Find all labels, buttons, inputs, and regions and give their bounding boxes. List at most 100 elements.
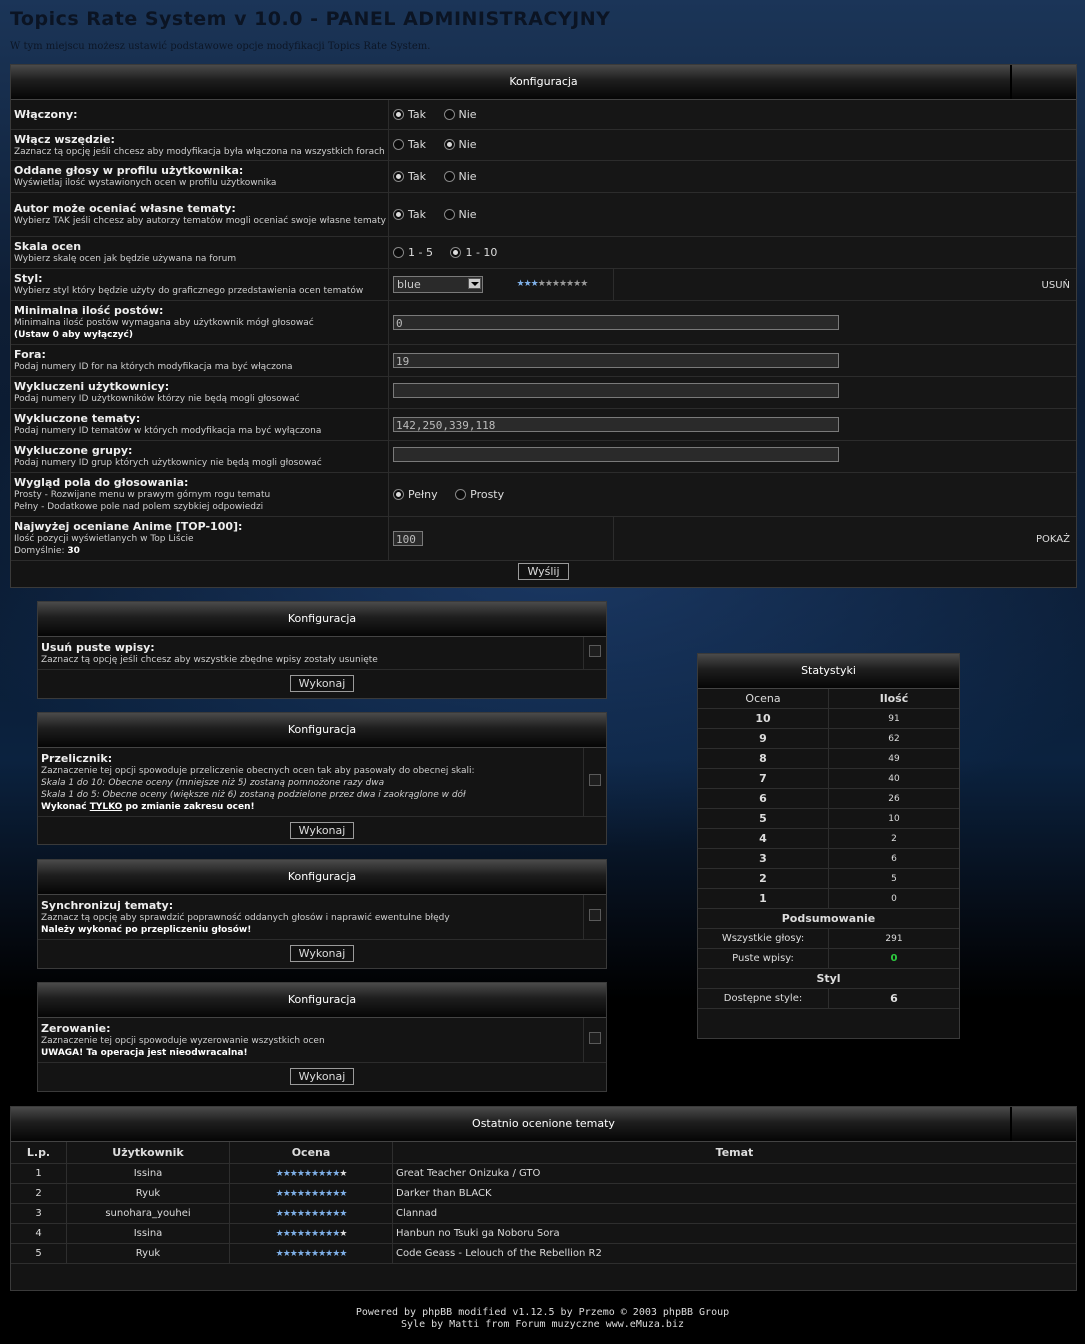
clean-title: Konfiguracja: [287, 612, 357, 625]
topic-link[interactable]: Code Geass - Lelouch of the Rebellion R2: [392, 1243, 1076, 1264]
star-filled-icon: ★: [275, 1209, 284, 1219]
sync-title: Konfiguracja: [287, 870, 357, 883]
row-top100: Najwyżej oceniane Anime [TOP-100]: Ilość…: [11, 516, 1076, 561]
star-empty-icon: ★: [339, 1229, 347, 1239]
rating-stars: ★★★★★★★★★★: [276, 1229, 348, 1239]
star-icon: ★: [580, 279, 588, 289]
topic-link[interactable]: Great Teacher Onizuka / GTO: [392, 1163, 1076, 1184]
row-scale: Skala ocen Wybierz skalę ocen jak będzie …: [11, 236, 1076, 269]
footer-line-1: Powered by phpBB modified v1.12.5 by Prz…: [355, 1307, 730, 1318]
star-filled-icon: ★: [296, 1189, 305, 1199]
star-empty-icon: ★: [339, 1169, 347, 1179]
stats-row: 6 26: [698, 788, 959, 809]
top100-show-link[interactable]: POKAŻ: [1036, 534, 1070, 545]
min-posts-label: Minimalna ilość postów:: [14, 304, 164, 317]
scale-1-5-radio[interactable]: [393, 246, 404, 258]
vote-look-simple-radio[interactable]: [455, 488, 467, 500]
row-enable-all: Włącz wszędzie: Zaznacz tą opcję jeśli ch…: [11, 129, 1076, 161]
clean-execute-button[interactable]: Wykonaj: [289, 674, 355, 692]
rating-stars: ★★★★★★★★★★: [276, 1249, 348, 1259]
topic-link[interactable]: Clannad: [392, 1203, 1076, 1224]
user-link[interactable]: Ryuk: [66, 1183, 230, 1204]
submit-button[interactable]: Wyślij: [518, 562, 569, 580]
star-filled-icon: ★: [296, 1229, 305, 1239]
style-select[interactable]: blue: [393, 275, 483, 293]
user-link[interactable]: Issina: [66, 1163, 230, 1184]
enabled-label: Włączony:: [14, 108, 78, 122]
star-filled-icon: ★: [296, 1169, 305, 1179]
row-enabled: Włączony: Tak Nie: [11, 100, 1076, 130]
style-delete-link[interactable]: USUŃ: [1042, 280, 1070, 291]
rating-stars: ★★★★★★★★★★: [276, 1169, 348, 1179]
rating-stars: ★★★★★★★★★★: [276, 1189, 348, 1199]
row-style: Styl: Wybierz styl który będzie użyty do …: [11, 268, 1076, 301]
config-title: Konfiguracja: [509, 75, 578, 88]
enable-all-no-radio[interactable]: [443, 139, 455, 151]
author-rate-yes-radio[interactable]: [393, 208, 404, 220]
stats-row: 7 40: [698, 768, 959, 789]
convert-title: Konfiguracja: [287, 723, 357, 736]
excluded-topics-label: Wykluczone tematy:: [14, 412, 141, 425]
vote-look-full-radio[interactable]: [393, 488, 404, 500]
excluded-users-label: Wykluczeni użytkownicy:: [14, 380, 170, 393]
sync-execute-button[interactable]: Wykonaj: [289, 944, 355, 962]
stats-empty-count: 0: [828, 948, 959, 969]
enabled-yes-radio[interactable]: [393, 109, 404, 120]
enable-all-label: Włącz wszędzie:: [14, 132, 115, 146]
star-icon: ★: [530, 279, 539, 289]
recent-title: Ostatnio ocenione tematy: [472, 1117, 615, 1130]
star-icon: ★: [537, 279, 546, 289]
profile-votes-yes-radio[interactable]: [393, 170, 404, 182]
style-label: Styl:: [14, 272, 43, 285]
table-row: 2 Ryuk ★★★★★★★★★★ Darker than BLACK: [11, 1183, 1076, 1204]
topic-link[interactable]: Darker than BLACK: [392, 1183, 1076, 1204]
stats-style-title: Styl: [698, 968, 959, 989]
profile-votes-label: Oddane głosy w profilu użytkownika:: [14, 164, 244, 177]
sync-checkbox[interactable]: [589, 909, 601, 922]
stats-row: 42: [698, 828, 959, 849]
stats-empty-label: Puste wpisy:: [698, 948, 829, 969]
star-filled-icon: ★: [296, 1249, 305, 1259]
sync-label: Synchronizuj tematy:: [41, 898, 174, 912]
row-forums: Fora: Podaj numery ID for na których mody…: [11, 344, 1076, 377]
top100-input[interactable]: 100: [393, 530, 423, 546]
topic-link[interactable]: Hanbun no Tsuki ga Noboru Sora: [392, 1223, 1076, 1244]
user-link[interactable]: Ryuk: [66, 1243, 230, 1264]
stats-styles-count: 6: [828, 988, 959, 1009]
author-rate-no-radio[interactable]: [443, 208, 455, 220]
excluded-users-input[interactable]: [393, 383, 839, 398]
excluded-topics-input[interactable]: 142,250,339,118: [393, 416, 839, 432]
sync-panel: Konfiguracja Synchronizuj tematy: Zaznac…: [37, 859, 607, 969]
stats-summary-title: Podsumowanie: [698, 908, 959, 929]
excluded-groups-label: Wykluczone grupy:: [14, 444, 133, 457]
min-posts-input[interactable]: 0: [393, 314, 839, 330]
top100-label: Najwyżej oceniane Anime [TOP-100]:: [14, 520, 243, 533]
user-link[interactable]: Issina: [66, 1223, 230, 1244]
convert-execute-button[interactable]: Wykonaj: [289, 821, 355, 839]
convert-checkbox[interactable]: [589, 774, 601, 787]
clean-checkbox[interactable]: [589, 645, 601, 658]
clean-label: Usuń puste wpisy:: [41, 640, 155, 654]
page-description: W tym miejscu możesz ustawić podstawowe …: [10, 41, 431, 52]
style-preview-stars: ★★★★★★★★★★: [517, 279, 589, 289]
recent-table: L.p. Użytkownik Ocena Temat 1 Issina ★★★…: [11, 1142, 1076, 1264]
row-min-posts: Minimalna ilość postów: Minimalna ilość p…: [11, 300, 1076, 345]
excluded-groups-input[interactable]: [393, 447, 839, 462]
forums-input[interactable]: 19: [393, 352, 839, 368]
user-link[interactable]: sunohara_youhei: [66, 1203, 230, 1224]
config-header: Konfiguracja: [11, 65, 1076, 100]
convert-label: Przelicznik:: [41, 751, 113, 765]
star-filled-icon: ★: [282, 1249, 291, 1259]
scale-1-10-radio[interactable]: [450, 246, 462, 258]
chevron-down-icon: [468, 277, 481, 289]
footer: Powered by phpBB modified v1.12.5 by Prz…: [0, 1307, 1085, 1331]
enabled-no-radio[interactable]: [443, 109, 455, 120]
stats-table: Ocena Ilość 10 91 9 62 8 49 7 40 6 26 5 10 42 …: [698, 689, 959, 1009]
reset-checkbox[interactable]: [589, 1032, 601, 1045]
stats-row: 8 49: [698, 748, 959, 769]
star-icon: ★: [523, 279, 532, 289]
reset-execute-button[interactable]: Wykonaj: [289, 1067, 355, 1085]
rating-stars: ★★★★★★★★★★: [275, 1209, 348, 1219]
profile-votes-no-radio[interactable]: [443, 170, 455, 182]
enable-all-yes-radio[interactable]: [393, 139, 404, 151]
